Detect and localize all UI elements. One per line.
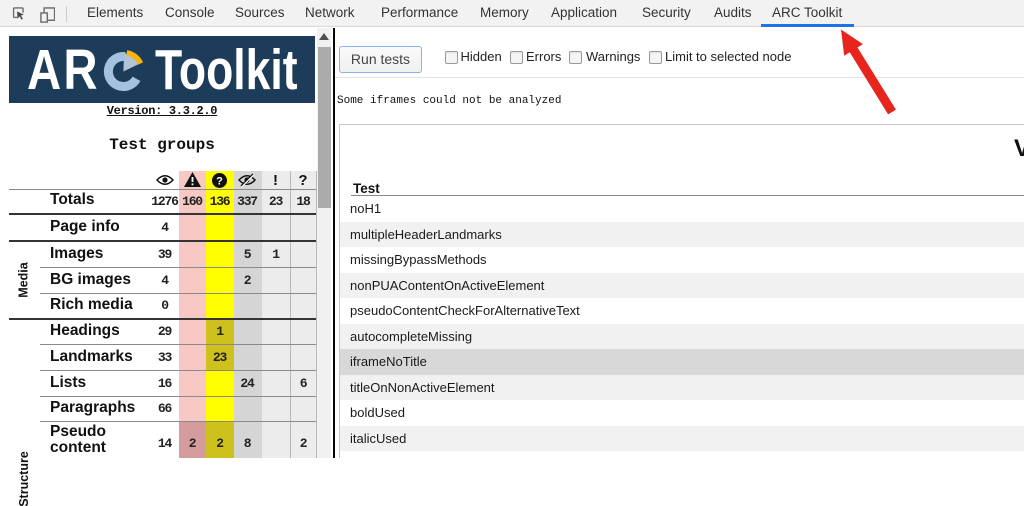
svg-text:?: ? — [216, 175, 223, 187]
